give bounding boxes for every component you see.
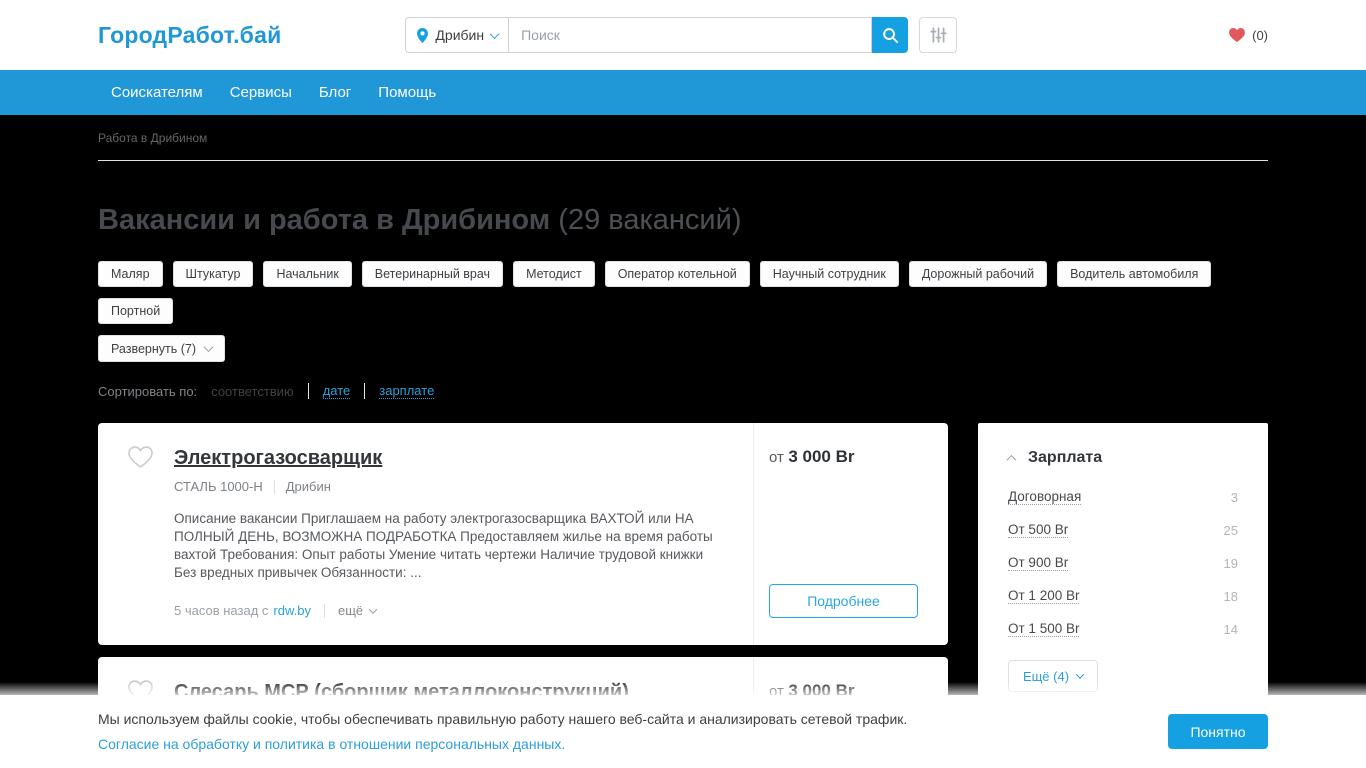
chip-nauchny-sotrudnik[interactable]: Научный сотрудник [759, 261, 899, 287]
job-title-link[interactable]: Электрогазосварщик [174, 447, 382, 470]
content-area: Работа в Дрибином Вакансии и работа в Др… [0, 115, 1366, 768]
job-salary: от 3 000 Br [769, 447, 917, 467]
chips-expand-label: Развернуть (7) [111, 341, 197, 356]
cookie-message: Мы используем файлы cookie, чтобы обеспе… [98, 710, 908, 727]
divider [273, 479, 275, 494]
profession-chips: Маляр Штукатур Начальник Ветеринарный вр… [98, 261, 1268, 324]
job-city: Дрибин [285, 479, 331, 494]
job-more-label: ещё [337, 603, 364, 618]
vacancy-count: (29 вакансий) [558, 204, 742, 236]
facet-dogovornaya[interactable]: Договорная [1008, 489, 1082, 505]
facet-ot-1500[interactable]: От 1 500 Br [1008, 621, 1080, 637]
nav-item-servisy[interactable]: Сервисы [230, 84, 292, 101]
page-title-text: Вакансии и работа в Дрибином [98, 204, 551, 236]
salary-facets: Договорная 3 От 500 Br 25 От 900 Br 19 О… [1008, 489, 1238, 637]
search-bar: Дрибин [405, 17, 958, 53]
chevron-down-icon [489, 28, 500, 39]
cookie-accept-button[interactable]: Понятно [1168, 714, 1268, 749]
nav-item-blog[interactable]: Блог [319, 84, 351, 101]
filters-icon [930, 26, 947, 44]
chip-nachalnik[interactable]: Начальник [263, 261, 352, 287]
search-icon [882, 27, 899, 44]
facet-row: От 1 200 Br 18 [1008, 588, 1238, 604]
sort-option-date[interactable]: дате [322, 383, 351, 399]
cookie-policy-link[interactable]: Согласие на обработку и политика в отнош… [98, 736, 565, 752]
location-select[interactable]: Дрибин [405, 17, 509, 53]
main-nav: Соискателям Сервисы Блог Помощь [0, 70, 1366, 115]
nav-item-soiskatelyam[interactable]: Соискателям [111, 84, 203, 101]
chip-malyar[interactable]: Маляр [98, 261, 163, 287]
job-details-button[interactable]: Подробнее [769, 584, 918, 618]
divider [323, 603, 325, 618]
facet-count: 14 [1223, 621, 1238, 637]
job-card: Электрогазосварщик СТАЛЬ 1000-Н Дрибин О… [98, 423, 948, 645]
favorites-counter[interactable]: (0) [1229, 28, 1268, 43]
favorites-heart-icon [1229, 28, 1246, 42]
breadcrumb: Работа в Дрибином [98, 131, 208, 145]
chips-expand-button[interactable]: Развернуть (7) [98, 335, 226, 362]
chip-portnoy[interactable]: Портной [98, 298, 174, 324]
job-company: СТАЛЬ 1000-Н [174, 479, 263, 494]
salary-more-button[interactable]: Ещё (4) [1008, 660, 1098, 692]
job-description: Описание вакансии Приглашаем на работу э… [174, 511, 713, 580]
job-source-link[interactable]: rdw.by [273, 603, 311, 618]
salary-section-title: Зарплата [1028, 449, 1103, 466]
facet-row: От 900 Br 19 [1008, 555, 1238, 571]
sort-option-salary[interactable]: зарплате [379, 383, 435, 399]
chip-metodist[interactable]: Методист [513, 261, 595, 287]
location-pin-icon [417, 27, 429, 43]
job-card-side: от 3 000 Br Подробнее [753, 423, 948, 645]
facet-row: Договорная 3 [1008, 489, 1238, 505]
facet-count: 19 [1223, 555, 1238, 571]
breadcrumb-divider [98, 160, 1268, 161]
salary-section-toggle[interactable]: Зарплата [1006, 449, 1238, 467]
chip-shtukatur[interactable]: Штукатур [172, 261, 254, 287]
favorites-count: (0) [1252, 27, 1268, 43]
facet-count: 18 [1223, 588, 1238, 604]
chevron-down-icon [203, 342, 214, 353]
favorite-outline-icon[interactable] [128, 446, 153, 473]
cookie-banner: Мы используем файлы cookie, чтобы обеспе… [0, 695, 1366, 768]
chip-veterinarny-vrach[interactable]: Ветеринарный врач [361, 261, 504, 287]
location-label: Дрибин [435, 27, 485, 43]
site-header: ГородРабот.бай Дрибин Поиск (0) [0, 0, 1366, 70]
chip-dorozhny-rabochiy[interactable]: Дорожный рабочий [908, 261, 1048, 287]
page-title: Вакансии и работа в Дрибином (29 ваканси… [98, 204, 1268, 237]
search-button[interactable] [872, 17, 909, 53]
job-more-toggle[interactable]: ещё [337, 603, 378, 618]
chevron-down-icon [1075, 670, 1085, 679]
site-logo[interactable]: ГородРабот.бай [98, 22, 281, 49]
facet-ot-500[interactable]: От 500 Br [1008, 522, 1069, 538]
job-salary-value: 3 000 Br [788, 447, 855, 466]
facet-ot-1200[interactable]: От 1 200 Br [1008, 588, 1080, 604]
divider [307, 383, 309, 399]
salary-more-label: Ещё (4) [1022, 668, 1070, 684]
facet-row: От 1 500 Br 14 [1008, 621, 1238, 637]
search-input[interactable] [508, 17, 873, 53]
sort-label: Сортировать по: [98, 383, 198, 399]
facet-row: От 500 Br 25 [1008, 522, 1238, 538]
nav-item-pomosch[interactable]: Помощь [378, 84, 436, 101]
chevron-down-icon [368, 604, 378, 614]
search-filters-button[interactable] [919, 17, 958, 53]
chip-voditel-avtomobilya[interactable]: Водитель автомобиля [1057, 261, 1212, 287]
sort-option-relevance[interactable]: соответствию [211, 384, 294, 399]
job-posted-ago: 5 часов назад с [174, 603, 269, 618]
divider [364, 383, 366, 399]
facet-count: 25 [1223, 522, 1238, 538]
facet-ot-900[interactable]: От 900 Br [1008, 555, 1069, 571]
facet-count: 3 [1230, 489, 1238, 505]
sort-bar: Сортировать по: соответствию дате зарпла… [98, 383, 1268, 399]
chevron-up-icon [1006, 454, 1017, 465]
job-salary-prefix: от [769, 449, 784, 466]
chip-operator-kotelnoy[interactable]: Оператор котельной [604, 261, 750, 287]
